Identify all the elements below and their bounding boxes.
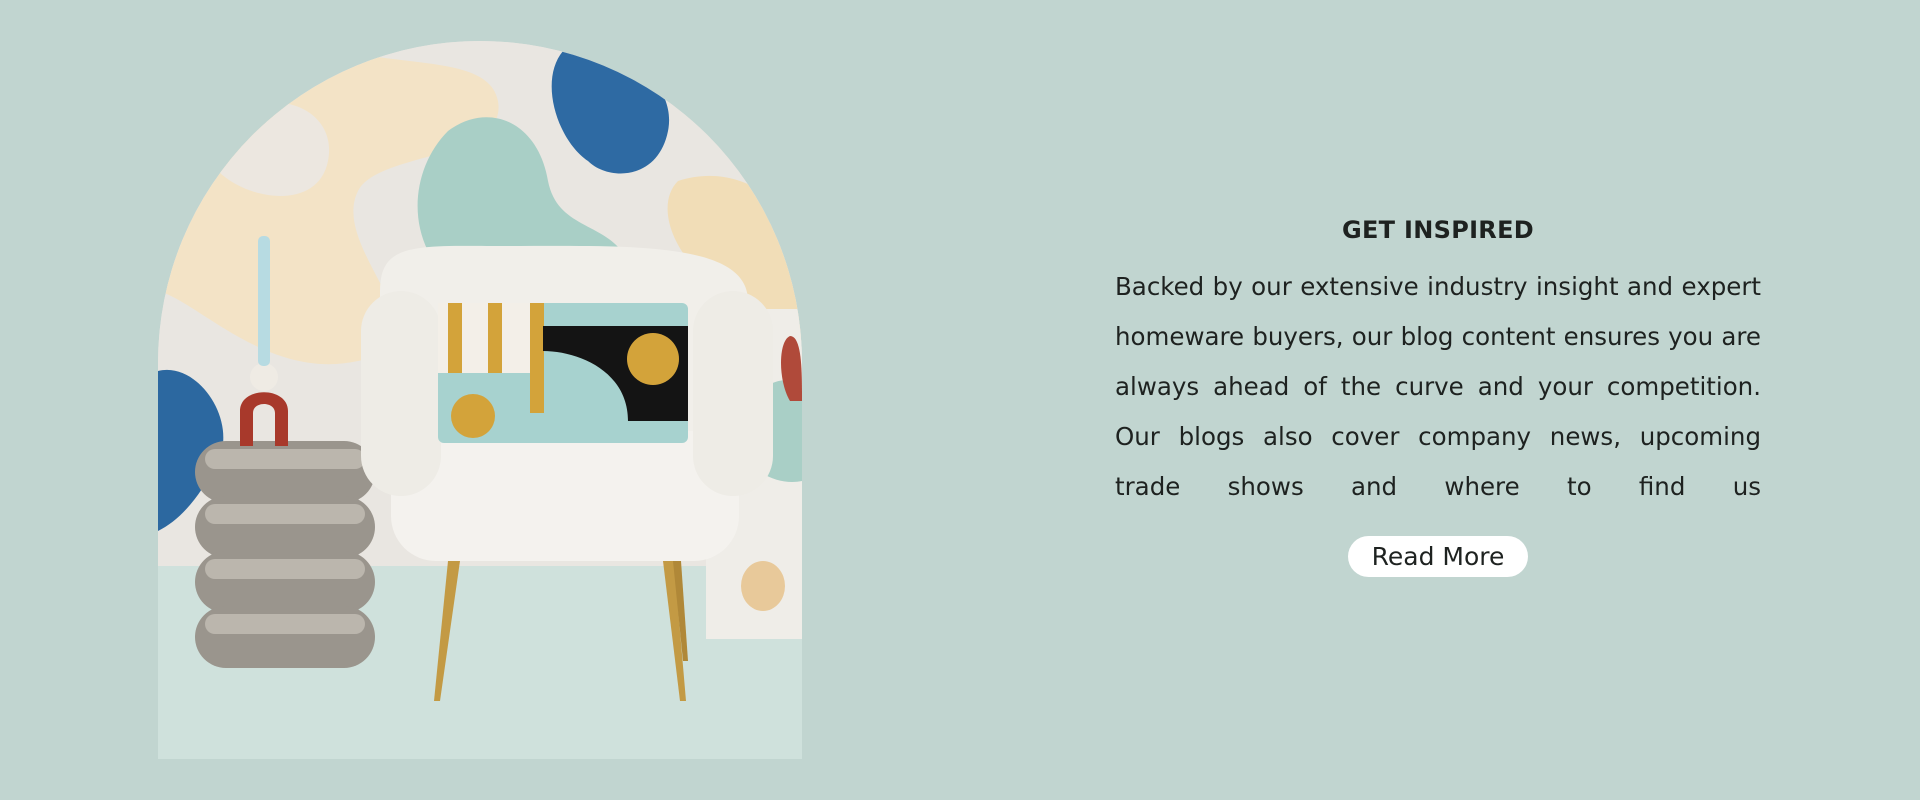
hero-image-arch: [158, 41, 802, 759]
section-heading: GET INSPIRED: [1341, 216, 1535, 244]
section-body-text: Backed by our extensive industry insight…: [1115, 272, 1761, 501]
get-inspired-section: GET INSPIRED Backed by our extensive ind…: [1115, 210, 1761, 577]
armchair-illustration: [158, 41, 802, 759]
read-more-button[interactable]: Read More: [1347, 536, 1529, 577]
